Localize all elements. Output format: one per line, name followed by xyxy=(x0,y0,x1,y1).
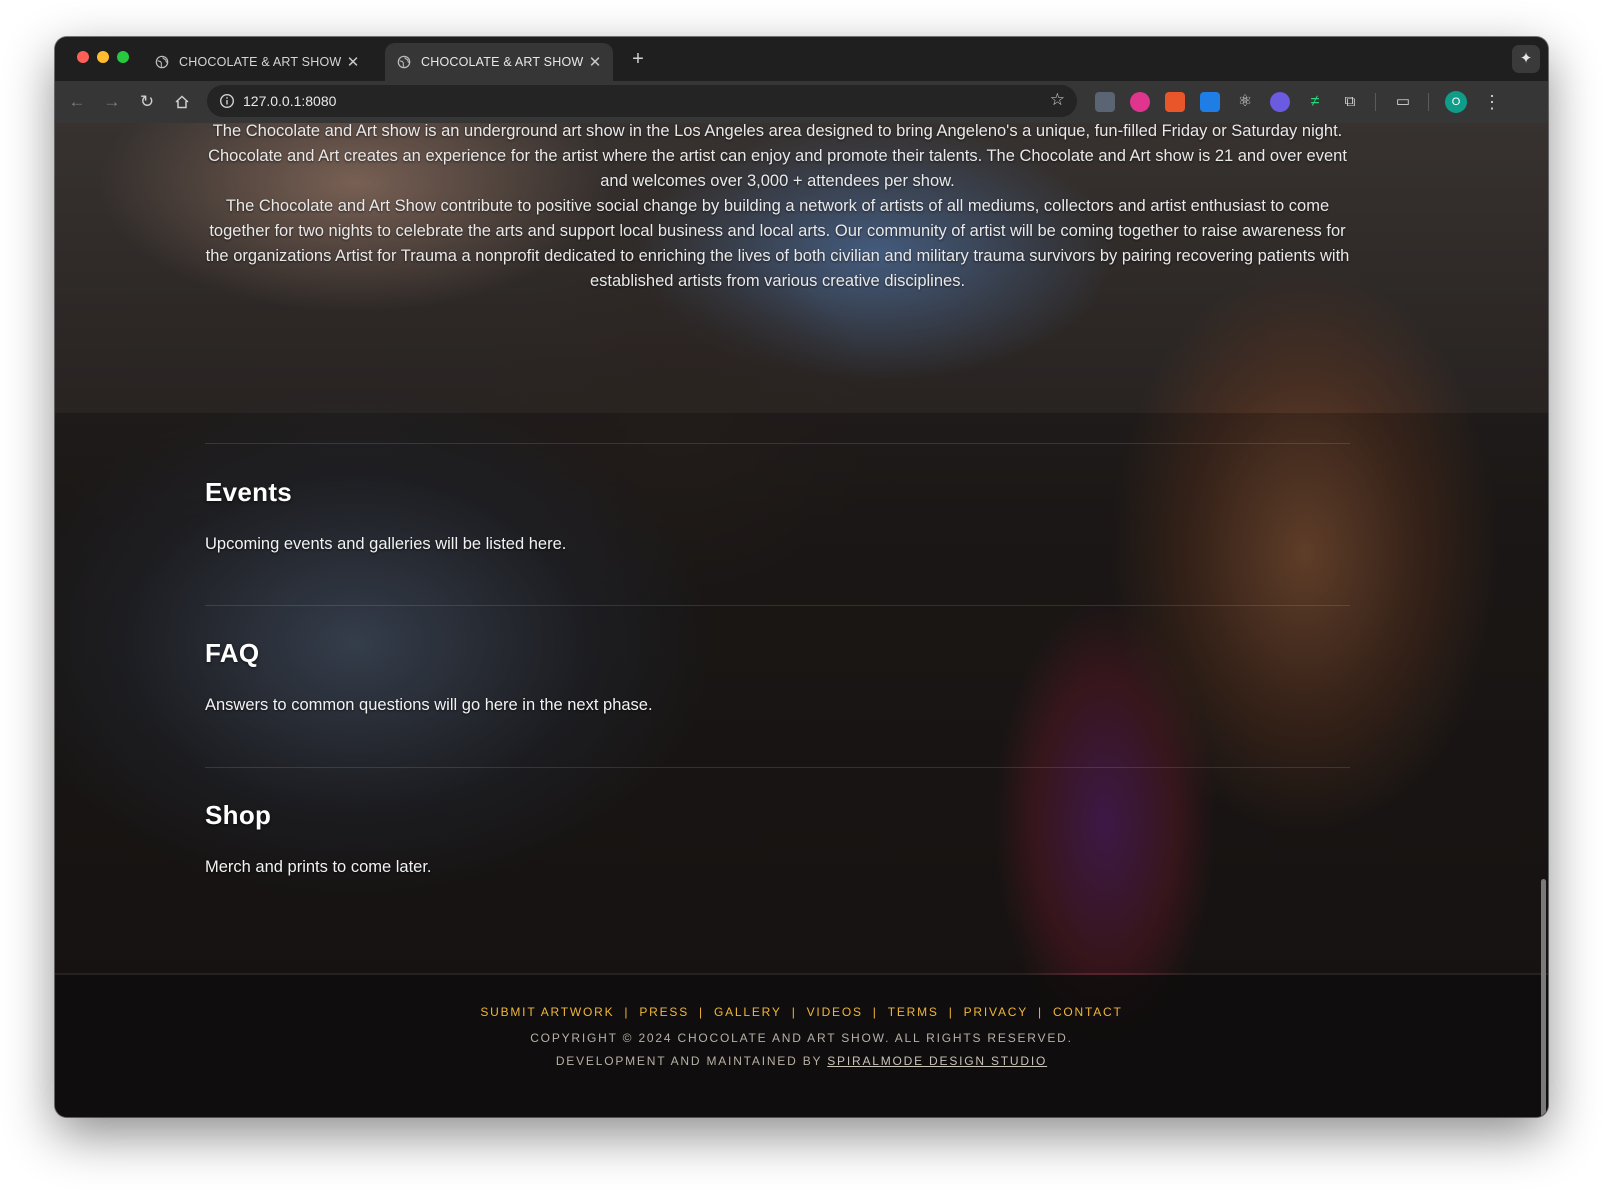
kebab-menu-icon[interactable]: ⋮ xyxy=(1483,90,1501,114)
footer-nav: SUBMIT ARTWORK | PRESS | GALLERY | VIDEOS | TERM… xyxy=(55,1005,1548,1019)
page-scrollbar[interactable] xyxy=(1541,879,1546,1117)
toolbar-separator xyxy=(1375,93,1376,111)
developer-credit-prefix: DEVELOPMENT AND MAINTAINED BY xyxy=(555,1054,823,1068)
footer-link-terms[interactable]: TERMS xyxy=(888,1005,939,1019)
minimize-window-button[interactable] xyxy=(97,51,109,63)
tab-search-icon[interactable]: ▭ xyxy=(1393,92,1413,112)
footer-separator: | xyxy=(699,1005,704,1019)
footer-link-privacy[interactable]: PRIVACY xyxy=(964,1005,1028,1019)
browser-toolbar: ← → ↻ 127.0.0.1:8080 ☆ ⚛ ≠ ⧉ ▭ O ⋮ xyxy=(55,81,1548,123)
page-viewport: The Chocolate and Art show is an undergr… xyxy=(55,123,1548,1117)
browser-tab-2[interactable]: CHOCOLATE & ART SHOW ✕ xyxy=(385,43,613,81)
bridge-extension-icon[interactable] xyxy=(1165,92,1185,112)
link-extension-icon[interactable] xyxy=(1270,92,1290,112)
site-info-icon[interactable] xyxy=(219,93,235,109)
footer-link-press[interactable]: PRESS xyxy=(639,1005,689,1019)
copyright-text: COPYRIGHT © 2024 CHOCOLATE AND ART SHOW.… xyxy=(530,1031,1073,1045)
footer-link-contact[interactable]: CONTACT xyxy=(1053,1005,1123,1019)
toolbar-separator xyxy=(1428,93,1429,111)
react-extension-icon[interactable]: ⚛ xyxy=(1235,92,1255,112)
smile-extension-icon[interactable] xyxy=(1130,92,1150,112)
shop-text: Merch and prints to come later. xyxy=(205,858,432,876)
shop-heading: Shop xyxy=(205,800,272,830)
extensions-puzzle-icon[interactable]: ⧉ xyxy=(1340,92,1360,112)
developer-credit: DEVELOPMENT AND MAINTAINED BY SPIRALMODE… xyxy=(55,1054,1548,1068)
back-arrow-icon[interactable]: ← xyxy=(65,90,89,114)
forward-arrow-icon[interactable]: → xyxy=(100,90,124,114)
profile-avatar[interactable]: O xyxy=(1445,91,1467,113)
globe-icon xyxy=(397,55,411,69)
maximize-window-button[interactable] xyxy=(117,51,129,63)
close-tab-icon[interactable]: ✕ xyxy=(587,53,603,71)
footer-link-gallery[interactable]: GALLERY xyxy=(714,1005,782,1019)
about-paragraph-1: The Chocolate and Art show is an undergr… xyxy=(208,123,1347,190)
events-heading: Events xyxy=(205,477,293,507)
about-paragraph-2: The Chocolate and Art Show contribute to… xyxy=(205,197,1350,290)
address-bar[interactable]: 127.0.0.1:8080 ☆ xyxy=(207,85,1077,117)
footer-separator: | xyxy=(872,1005,878,1019)
footer-separator: | xyxy=(624,1005,630,1019)
new-tab-button[interactable]: + xyxy=(627,49,649,71)
section-divider xyxy=(205,443,1350,444)
footer-link-videos[interactable]: VIDEOS xyxy=(807,1005,863,1019)
download-extension-icon[interactable] xyxy=(1200,92,1220,112)
flag-extension-icon[interactable]: ≠ xyxy=(1305,92,1325,112)
url-text: 127.0.0.1:8080 xyxy=(243,93,337,109)
globe-icon xyxy=(155,55,169,69)
section-divider xyxy=(205,767,1350,768)
reload-icon[interactable]: ↻ xyxy=(135,90,159,114)
close-tab-icon[interactable]: ✕ xyxy=(345,53,361,71)
sparkle-icon[interactable]: ✦ xyxy=(1512,45,1540,73)
browser-window: CHOCOLATE & ART SHOW ✕ CHOCOLATE & ART S… xyxy=(55,37,1548,1117)
footer-link-submit-artwork[interactable]: SUBMIT ARTWORK xyxy=(480,1005,614,1019)
tab-title: CHOCOLATE & ART SHOW xyxy=(421,55,584,69)
dev-tools-extension-icon[interactable] xyxy=(1095,92,1115,112)
close-window-button[interactable] xyxy=(77,51,89,63)
faq-heading: FAQ xyxy=(205,638,260,668)
tab-strip: CHOCOLATE & ART SHOW ✕ CHOCOLATE & ART S… xyxy=(55,37,1548,81)
faq-text: Answers to common questions will go here… xyxy=(205,696,653,714)
tab-title: CHOCOLATE & ART SHOW xyxy=(179,55,342,69)
about-section: The Chocolate and Art show is an undergr… xyxy=(205,123,1350,294)
browser-tab-1[interactable]: CHOCOLATE & ART SHOW ✕ xyxy=(143,43,371,81)
section-divider xyxy=(205,605,1350,606)
bookmark-star-icon[interactable]: ☆ xyxy=(1050,90,1065,110)
events-text: Upcoming events and galleries will be li… xyxy=(205,535,567,553)
home-icon[interactable] xyxy=(170,90,194,114)
footer-separator: | xyxy=(791,1005,797,1019)
footer-separator: | xyxy=(948,1005,954,1019)
site-footer: SUBMIT ARTWORK | PRESS | GALLERY | VIDEOS | TERM… xyxy=(55,975,1548,1117)
studio-link[interactable]: SPIRALMODE DESIGN STUDIO xyxy=(827,1054,1047,1068)
footer-separator: | xyxy=(1038,1005,1043,1019)
